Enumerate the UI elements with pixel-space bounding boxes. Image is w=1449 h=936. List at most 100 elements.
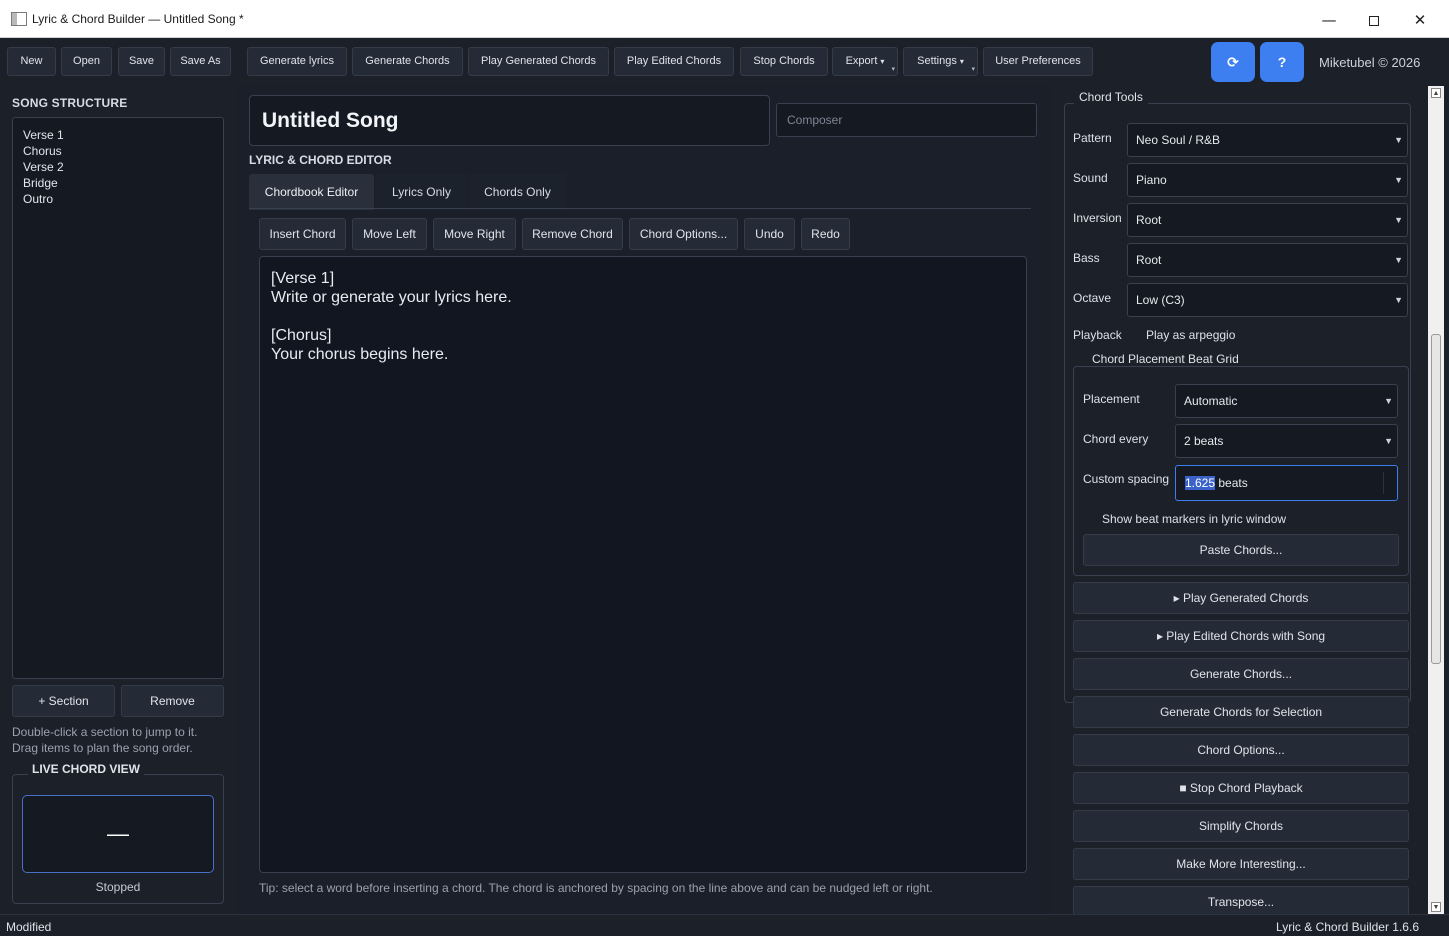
bass-select[interactable]: Root ▼ (1127, 243, 1408, 277)
pattern-value: Neo Soul / R&B (1136, 133, 1221, 147)
move-left-button[interactable]: Move Left (352, 218, 427, 250)
generate-chords-panel-button[interactable]: Generate Chords... (1073, 658, 1409, 690)
tab-chordbook-editor[interactable]: Chordbook Editor (249, 174, 374, 210)
composer-field[interactable]: Composer (776, 103, 1037, 137)
playback-status: Stopped (95, 880, 141, 894)
play-generated-chords-panel-button[interactable]: ▸ Play Generated Chords (1073, 582, 1409, 614)
stop-chords-button[interactable]: Stop Chords (740, 47, 828, 76)
chevron-down-icon: ▼ (1394, 175, 1403, 185)
remove-section-button[interactable]: Remove (121, 685, 224, 717)
playback-label: Playback (1073, 328, 1122, 342)
chevron-down-icon: ▼ (1394, 255, 1403, 265)
pattern-label: Pattern (1073, 131, 1112, 145)
song-title-field[interactable]: Untitled Song (249, 95, 770, 146)
move-right-button[interactable]: Move Right (433, 218, 516, 250)
generate-chords-button[interactable]: Generate Chords (352, 47, 463, 76)
editor-heading: LYRIC & CHORD EDITOR (249, 153, 392, 167)
play-edited-with-song-button[interactable]: ▸ Play Edited Chords with Song (1073, 620, 1409, 652)
app-icon (11, 12, 27, 26)
live-chord-display: — (22, 795, 214, 873)
tab-lyrics-only[interactable]: Lyrics Only (376, 174, 467, 210)
list-item[interactable]: Outro (23, 191, 223, 207)
custom-spacing-spinbox[interactable]: 1.625 beats (1175, 465, 1398, 501)
song-structure-panel: SONG STRUCTURE Verse 1 Chorus Verse 2 Br… (0, 86, 236, 914)
settings-menu-button[interactable]: Settings ▾ ▾ (903, 47, 978, 76)
chevron-down-icon: ▼ (1394, 215, 1403, 225)
maximize-icon (1369, 15, 1379, 26)
list-item[interactable]: Bridge (23, 175, 223, 191)
play-generated-chords-button[interactable]: Play Generated Chords (468, 47, 609, 76)
new-button[interactable]: New (7, 47, 56, 76)
chevron-down-icon: ▼ (1394, 135, 1403, 145)
song-structure-list[interactable]: Verse 1 Chorus Verse 2 Bridge Outro (12, 117, 224, 679)
stop-chord-playback-button[interactable]: ■ Stop Chord Playback (1073, 772, 1409, 804)
bass-value: Root (1136, 253, 1162, 267)
octave-select[interactable]: Low (C3) ▼ (1127, 283, 1408, 317)
sound-label: Sound (1073, 171, 1108, 185)
placement-value: Automatic (1184, 394, 1238, 408)
right-scrollbar[interactable]: ▲ ▼ (1428, 86, 1444, 914)
redo-button[interactable]: Redo (801, 218, 850, 250)
spinner-arrows-icon[interactable] (1383, 472, 1391, 494)
generate-lyrics-button[interactable]: Generate lyrics (247, 47, 347, 76)
list-item[interactable]: Verse 1 (23, 127, 223, 143)
arpeggio-checkbox[interactable]: Play as arpeggio (1146, 328, 1235, 342)
hint-line: Double-click a section to jump to it. (12, 725, 198, 739)
chord-every-select[interactable]: 2 beats ▼ (1175, 424, 1398, 458)
custom-spacing-label: Custom spacing (1083, 472, 1170, 486)
custom-spacing-number: 1.625 (1185, 476, 1216, 490)
export-menu-button[interactable]: Export ▾ ▾ (832, 47, 898, 76)
menu-indicator-icon: ▾ (891, 66, 895, 73)
hint-line: Drag items to plan the song order. (12, 741, 193, 755)
chord-options-button[interactable]: Chord Options... (629, 218, 738, 250)
pattern-select[interactable]: Neo Soul / R&B ▼ (1127, 123, 1408, 157)
chevron-down-icon: ▼ (1394, 295, 1403, 305)
tab-chords-only[interactable]: Chords Only (469, 174, 566, 210)
insert-chord-button[interactable]: Insert Chord (259, 218, 346, 250)
copyright-text: Miketubel © 2026 (1319, 55, 1421, 70)
simplify-chords-button[interactable]: Simplify Chords (1073, 810, 1409, 842)
tab-divider (249, 208, 1031, 209)
minimize-button[interactable]: — (1306, 6, 1352, 34)
chord-every-value: 2 beats (1184, 434, 1224, 448)
make-more-interesting-button[interactable]: Make More Interesting... (1073, 848, 1409, 880)
status-modified: Modified (6, 920, 52, 934)
settings-label: Settings (917, 55, 957, 67)
inversion-select[interactable]: Root ▼ (1127, 203, 1408, 237)
generate-for-selection-button[interactable]: Generate Chords for Selection (1073, 696, 1409, 728)
placement-select[interactable]: Automatic ▼ (1175, 384, 1398, 418)
chord-every-label: Chord every (1083, 432, 1149, 446)
list-item[interactable]: Verse 2 (23, 159, 223, 175)
lyric-editor[interactable]: [Verse 1] Write or generate your lyrics … (259, 256, 1027, 873)
save-as-button[interactable]: Save As (170, 47, 231, 76)
chord-placement-heading: Chord Placement Beat Grid (1087, 352, 1244, 366)
scroll-down-icon[interactable]: ▼ (1431, 902, 1441, 912)
help-icon: ? (1277, 54, 1287, 70)
user-preferences-button[interactable]: User Preferences (983, 47, 1093, 76)
play-edited-chords-button[interactable]: Play Edited Chords (614, 47, 734, 76)
list-item[interactable]: Chorus (23, 143, 223, 159)
chord-tools-panel: Chord Tools Pattern Neo Soul / R&B ▼ Soun… (1050, 86, 1449, 918)
add-section-button[interactable]: + Section (12, 685, 115, 717)
remove-chord-button[interactable]: Remove Chord (522, 218, 623, 250)
help-button[interactable]: ? (1260, 42, 1304, 82)
open-button[interactable]: Open (61, 47, 112, 76)
title-bar: Lyric & Chord Builder — Untitled Song * … (0, 0, 1449, 38)
octave-value: Low (C3) (1136, 293, 1185, 307)
bass-label: Bass (1073, 251, 1100, 265)
refresh-button[interactable]: ⟳ (1211, 42, 1255, 82)
scrollbar-thumb[interactable] (1431, 334, 1441, 664)
close-button[interactable]: ✕ (1397, 6, 1443, 34)
inversion-value: Root (1136, 213, 1162, 227)
save-button[interactable]: Save (118, 47, 165, 76)
scroll-up-icon[interactable]: ▲ (1431, 88, 1441, 98)
chevron-down-icon: ▾ (959, 57, 964, 66)
show-beat-markers-checkbox[interactable]: Show beat markers in lyric window (1102, 512, 1286, 526)
sound-select[interactable]: Piano ▼ (1127, 163, 1408, 197)
paste-chords-button[interactable]: Paste Chords... (1083, 534, 1399, 566)
undo-button[interactable]: Undo (744, 218, 795, 250)
chevron-down-icon: ▼ (1384, 396, 1393, 406)
sound-value: Piano (1136, 173, 1167, 187)
maximize-button[interactable] (1351, 6, 1397, 34)
chord-options-panel-button[interactable]: Chord Options... (1073, 734, 1409, 766)
